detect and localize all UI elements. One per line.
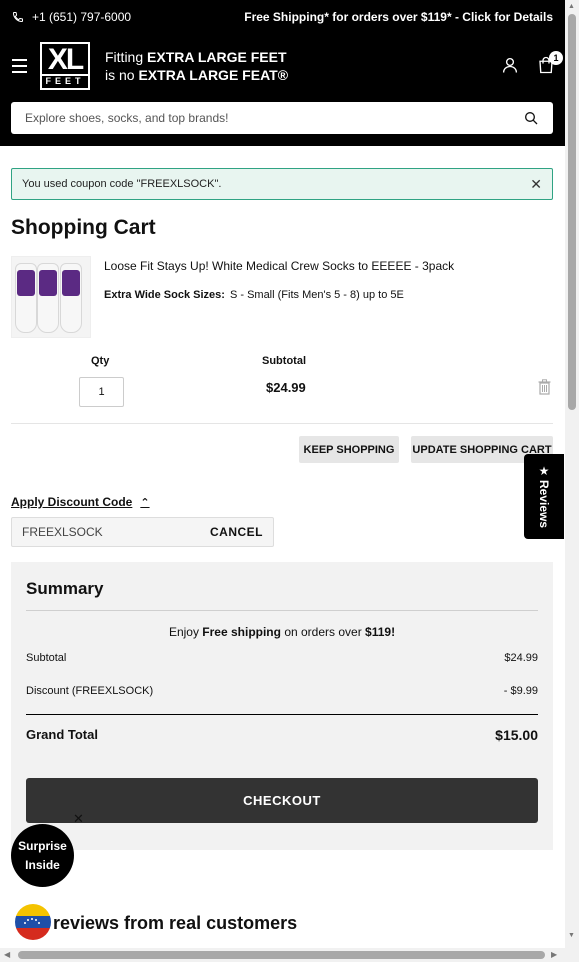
summary-discount-label: Discount (FREEXLSOCK) — [26, 685, 154, 697]
logo-feet-text: FEET — [42, 73, 88, 87]
site-header: XL FEET Fitting EXTRA LARGE FEET is no E… — [0, 34, 565, 146]
cancel-coupon-button[interactable]: CANCEL — [210, 525, 263, 539]
coupon-message-text: You used coupon code "FREEXLSOCK". — [22, 178, 222, 190]
search-icon[interactable] — [523, 110, 539, 126]
product-image[interactable] — [11, 256, 91, 338]
subtotal-label: Subtotal — [262, 355, 306, 367]
surprise-promo-button[interactable]: Surprise Inside — [11, 824, 74, 887]
item-subtotal: $24.99 — [266, 380, 306, 395]
coupon-input[interactable] — [22, 525, 210, 539]
reviews-section-heading: reviews from real customers — [11, 913, 297, 934]
chevron-up-icon: ⌃ — [140, 496, 150, 509]
phone-link[interactable]: +1 (651) 797-6000 — [12, 10, 131, 24]
grand-total-label: Grand Total — [26, 727, 98, 742]
coupon-success-message: You used coupon code "FREEXLSOCK". ✕ — [11, 168, 553, 200]
apply-discount-toggle[interactable]: Apply Discount Code ⌃ — [11, 495, 150, 509]
summary-title: Summary — [26, 579, 104, 598]
freeship-amount: $119! — [365, 625, 396, 639]
account-icon[interactable] — [501, 56, 519, 74]
page-title: Shopping Cart — [11, 216, 156, 239]
vertical-scrollbar[interactable]: ▲ ▼ — [565, 0, 579, 948]
summary-discount-row: Discount (FREEXLSOCK) - $9.99 — [26, 685, 538, 697]
scroll-up-arrow[interactable]: ▲ — [568, 3, 575, 10]
horizontal-scroll-thumb[interactable] — [18, 951, 545, 959]
star-icon: ★ — [538, 464, 550, 479]
reviews-heading-text: reviews from real customers — [53, 913, 298, 933]
freeship-prefix: Enjoy — [168, 625, 203, 639]
tagline-1-prefix: Fitting — [105, 49, 148, 65]
horizontal-scrollbar[interactable]: ◀ ▶ — [0, 948, 579, 962]
search-input[interactable] — [25, 111, 523, 125]
option-value: S - Small (Fits Men's 5 - 8) up to 5E — [229, 289, 404, 301]
coupon-field: CANCEL — [11, 517, 274, 547]
qty-input[interactable]: 1 — [79, 377, 124, 407]
surprise-line-2: Inside — [25, 857, 60, 872]
site-logo[interactable]: XL FEET — [40, 42, 90, 90]
tagline-1-bold: EXTRA LARGE FEET — [147, 49, 287, 65]
phone-number: +1 (651) 797-6000 — [32, 10, 132, 24]
free-shipping-note: Enjoy Free shipping on orders over $119! — [11, 625, 553, 639]
summary-divider — [26, 610, 538, 611]
product-option: Extra Wide Sock Sizes: S - Small (Fits Me… — [104, 289, 404, 301]
grand-total-value: $15.00 — [495, 727, 538, 743]
phone-icon — [12, 12, 23, 23]
country-flag-icon[interactable] — [15, 904, 51, 940]
freeship-mid: on orders over — [280, 625, 366, 639]
cart-divider — [11, 423, 553, 424]
summary-subtotal-row: Subtotal $24.99 — [26, 652, 538, 664]
free-shipping-link[interactable]: Free Shipping* for orders over $119* - C… — [244, 10, 553, 24]
product-name-link[interactable]: Loose Fit Stays Up! White Medical Crew S… — [104, 259, 454, 273]
close-promo-icon[interactable]: ✕ — [73, 811, 84, 827]
checkout-button[interactable]: CHECKOUT — [26, 778, 538, 823]
grand-total-divider — [26, 714, 538, 715]
cart-count-badge: 1 — [549, 51, 563, 65]
menu-icon[interactable] — [12, 59, 27, 73]
trash-icon[interactable] — [538, 379, 551, 395]
summary-discount-value: - $9.99 — [503, 685, 538, 697]
option-label: Extra Wide Sock Sizes: — [104, 289, 225, 301]
site-tagline: Fitting EXTRA LARGE FEET is no EXTRA LAR… — [105, 48, 288, 84]
order-summary: Summary Enjoy Free shipping on orders ov… — [11, 562, 553, 850]
search-bar — [11, 102, 553, 134]
surprise-line-1: Surprise — [18, 838, 67, 853]
logo-xl-text: XL — [47, 42, 84, 76]
keep-shopping-button[interactable]: KEEP SHOPPING — [299, 436, 399, 463]
top-bar: +1 (651) 797-6000 Free Shipping* for ord… — [0, 0, 565, 34]
close-icon[interactable]: ✕ — [530, 176, 542, 193]
discount-toggle-label: Apply Discount Code — [11, 495, 133, 509]
freeship-bold: Free shipping — [202, 625, 281, 639]
vertical-scroll-thumb[interactable] — [568, 14, 576, 410]
tagline-2-bold: EXTRA LARGE FEAT® — [138, 67, 289, 83]
grand-total-row: Grand Total $15.00 — [26, 727, 538, 743]
tagline-2-prefix: is no — [105, 67, 139, 83]
summary-subtotal-value: $24.99 — [504, 652, 538, 664]
qty-label: Qty — [91, 355, 110, 367]
scroll-right-arrow[interactable]: ▶ — [551, 950, 557, 959]
scroll-left-arrow[interactable]: ◀ — [4, 950, 10, 959]
reviews-tab-label: Reviews — [537, 480, 551, 529]
summary-subtotal-label: Subtotal — [26, 652, 67, 664]
reviews-tab[interactable]: ★ Reviews — [524, 454, 564, 539]
scroll-down-arrow[interactable]: ▼ — [568, 932, 575, 939]
